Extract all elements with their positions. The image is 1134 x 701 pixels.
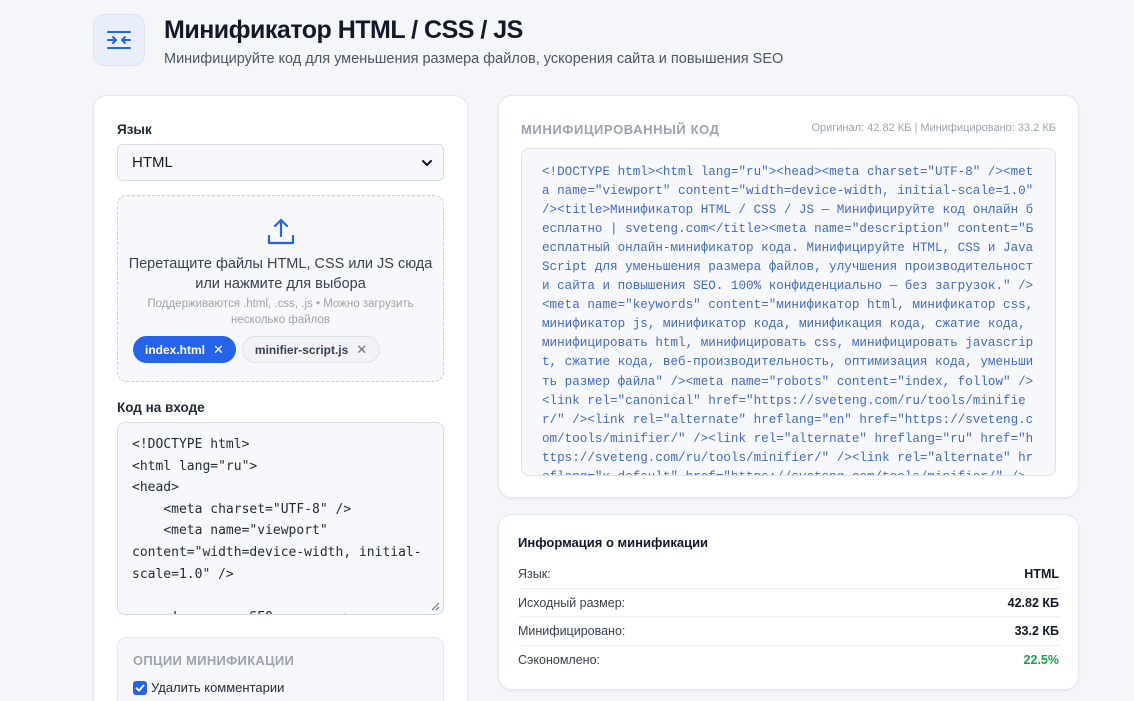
info-key: Язык: (518, 566, 551, 581)
upload-icon (267, 218, 295, 245)
remove-comments-checkbox[interactable] (133, 680, 147, 695)
info-key: Сэкономлено: (518, 653, 600, 668)
info-value: 33.2 КБ (1014, 624, 1059, 639)
input-panel: Язык HTML Перетащите файлы HTML, CSS или… (93, 95, 468, 701)
info-row-language: Язык: HTML (518, 560, 1059, 589)
info-value: HTML (1024, 566, 1059, 581)
input-code-content: <!DOCTYPE html> <html lang="ru"> <head> … (132, 437, 422, 614)
checkmark-icon (135, 684, 145, 691)
close-icon[interactable]: ✕ (356, 342, 367, 358)
resize-handle-icon[interactable] (431, 602, 440, 611)
file-chip-name: index.html (145, 342, 206, 357)
info-row-original-size: Исходный размер: 42.82 КБ (518, 589, 1059, 618)
chevron-down-icon (422, 160, 432, 166)
language-label: Язык (117, 122, 152, 137)
file-chip-minifier-script[interactable]: minifier-script.js ✕ (241, 336, 381, 363)
dropzone-text: Перетащите файлы HTML, CSS или JS сюда и… (128, 256, 433, 292)
input-code-label: Код на входе (117, 400, 205, 415)
file-chips: index.html ✕ minifier-script.js ✕ (133, 336, 381, 363)
input-code-textarea[interactable]: <!DOCTYPE html> <html lang="ru"> <head> … (117, 422, 444, 615)
info-rows: Язык: HTML Исходный размер: 42.82 КБ Мин… (518, 560, 1059, 675)
info-value: 42.82 КБ (1007, 595, 1059, 610)
info-key: Исходный размер: (518, 595, 626, 610)
compress-arrows-icon (107, 31, 131, 49)
page-header: Минификатор HTML / CSS / JS Минифицируйт… (93, 14, 1114, 74)
info-key: Минифицировано: (518, 624, 626, 639)
info-value-saved: 22.5% (1023, 653, 1059, 668)
info-row-saved: Сэкономлено: 22.5% (518, 646, 1059, 675)
page-subtitle: Минифицируйте код для уменьшения размера… (164, 51, 784, 67)
minified-code-output[interactable]: <!DOCTYPE html><html lang="ru"><head><me… (521, 148, 1056, 476)
option-remove-comments[interactable]: Удалить комментарии (133, 680, 284, 695)
minification-info-panel: Информация о минификации Язык: HTML Исхо… (498, 514, 1079, 690)
language-select[interactable]: HTML (117, 144, 444, 181)
minified-code-content: <!DOCTYPE html><html lang="ru"><head><me… (542, 165, 1034, 475)
output-title: МИНИФИЦИРОВАННЫЙ КОД (521, 122, 720, 137)
options-title: ОПЦИИ МИНИФИКАЦИИ (133, 653, 295, 668)
option-label: Удалить комментарии (151, 680, 285, 695)
dropzone-hint: Поддерживаются .html, .css, .js • Можно … (147, 298, 414, 326)
file-chip-index-html[interactable]: index.html ✕ (133, 336, 236, 363)
file-dropzone[interactable]: Перетащите файлы HTML, CSS или JS сюда и… (117, 195, 444, 382)
minify-options: ОПЦИИ МИНИФИКАЦИИ Удалить комментарии (117, 637, 444, 701)
close-icon[interactable]: ✕ (213, 342, 224, 358)
page-title: Минификатор HTML / CSS / JS (164, 16, 523, 44)
info-row-minified-size: Минифицировано: 33.2 КБ (518, 617, 1059, 647)
file-chip-name: minifier-script.js (254, 342, 349, 357)
output-panel: МИНИФИЦИРОВАННЫЙ КОД Оригинал: 42.82 КБ … (498, 95, 1079, 498)
logo (93, 14, 145, 66)
language-select-value: HTML (132, 154, 173, 171)
output-size-stats: Оригинал: 42.82 КБ | Минифицировано: 33.… (811, 122, 1056, 134)
info-title: Информация о минификации (518, 535, 709, 550)
